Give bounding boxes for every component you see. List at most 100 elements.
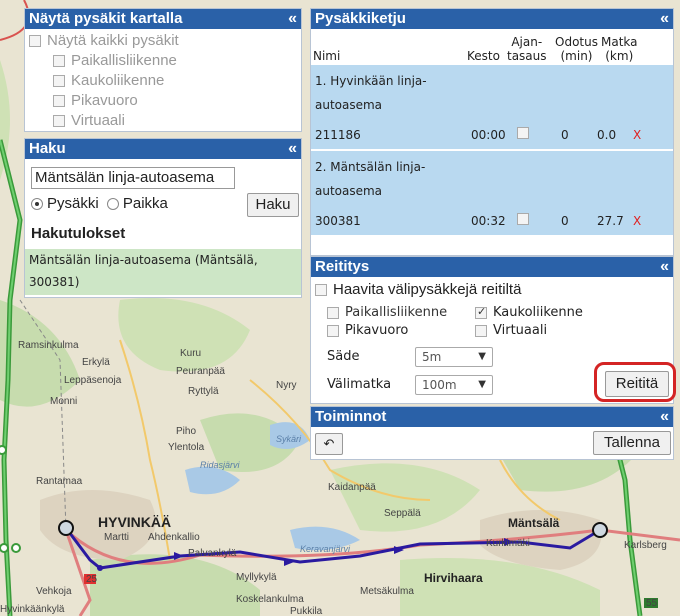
map-place-label: Seppälä: [384, 508, 421, 519]
search-input[interactable]: Mäntsälän linja-autoasema: [31, 167, 235, 189]
remove-stop-button[interactable]: X: [633, 125, 641, 145]
stop-row[interactable]: 1. Hyvinkään linja-autoasema 211186 00:0…: [311, 65, 673, 149]
search-result-item[interactable]: Mäntsälän linja-autoasema (Mäntsälä, 300…: [25, 249, 301, 295]
stop-chain-header: Pysäkkiketju «: [311, 9, 673, 29]
radius-value: 5m: [422, 350, 442, 364]
map-lake-label: Keravanjärvi: [300, 544, 351, 554]
interval-label: Välimatka: [327, 377, 392, 392]
stop-marker-start[interactable]: [58, 520, 74, 536]
map-place-label: Erkylä: [82, 357, 110, 368]
stop-name: 2. Mäntsälän linja-autoasema: [315, 160, 426, 198]
radio-place[interactable]: [106, 198, 119, 211]
interval-select[interactable]: 100m ▼: [415, 375, 493, 395]
col-duration: Kesto: [467, 49, 500, 63]
map-place-label: Rantamaa: [36, 476, 83, 487]
remove-stop-button[interactable]: X: [633, 211, 641, 231]
map-place-label: Vehkoja: [36, 586, 72, 597]
stop-chain-title: Pysäkkiketju: [315, 10, 406, 27]
undo-icon[interactable]: ↶: [315, 433, 343, 455]
filter-long-distance[interactable]: Kaukoliikenne: [25, 71, 301, 91]
route-long-distance-checkbox[interactable]: [475, 305, 487, 319]
search-button[interactable]: Haku: [247, 193, 299, 217]
map-place-label: Peuranpää: [176, 366, 225, 377]
save-button[interactable]: Tallenna: [593, 431, 671, 455]
map-place-label: Ylentola: [168, 442, 205, 453]
col-time-adjust: Ajan-tasaus: [507, 35, 547, 63]
routing-panel: Reititys « Haavita välipysäkkejä reitilt…: [310, 256, 674, 404]
map-place-label: Hirvihaara: [424, 571, 483, 585]
collapse-icon[interactable]: «: [288, 9, 297, 29]
radius-select[interactable]: 5m ▼: [415, 347, 493, 367]
stop-chain-panel: Pysäkkiketju « Nimi Kesto Ajan-tasaus Od…: [310, 8, 674, 256]
stop-duration: 00:00: [471, 128, 506, 142]
map-place-label: Palvankylä: [188, 548, 237, 559]
skip-intermediate-checkbox[interactable]: [315, 284, 327, 297]
filter-express[interactable]: Pikavuoro: [25, 91, 301, 111]
route-filter-express[interactable]: Pikavuoro: [327, 323, 408, 338]
map-place-label: Piho: [176, 426, 196, 437]
route-button[interactable]: Reititä: [605, 371, 669, 397]
skip-intermediate-option[interactable]: Haavita välipysäkkejä reitiltä: [315, 281, 521, 298]
filter-local[interactable]: Paikallisliikenne: [25, 51, 301, 71]
skip-intermediate-label: Haavita välipysäkkejä reitiltä: [333, 281, 522, 298]
map-place-label: Monni: [50, 396, 77, 407]
map-place-label: Ahdenkallio: [148, 532, 200, 543]
virtual-label: Virtuaali: [71, 112, 125, 129]
col-distance: Matka (km): [601, 35, 638, 63]
chevron-down-icon: ▼: [478, 351, 486, 362]
filter-virtual[interactable]: Virtuaali: [25, 111, 301, 131]
map-place-label: Leppäsenoja: [64, 375, 122, 386]
express-checkbox[interactable]: [53, 95, 65, 108]
stop-marker-end[interactable]: [592, 522, 608, 538]
map-place-label: Myllykylä: [236, 572, 277, 583]
search-result-line1: Mäntsälän linja-autoasema (Mäntsälä,: [29, 253, 258, 267]
map-lake-label: Ridasjärvi: [200, 460, 241, 470]
search-title: Haku: [29, 140, 66, 157]
actions-title: Toiminnot: [315, 408, 387, 425]
long-distance-label: Kaukoliikenne: [71, 72, 165, 89]
map-place-label: Karlsberg: [624, 540, 667, 551]
actions-header: Toiminnot «: [311, 407, 673, 427]
stop-row[interactable]: 2. Mäntsälän linja-autoasema 300381 00:3…: [311, 151, 673, 235]
route-filter-long-distance[interactable]: Kaukoliikenne: [475, 305, 583, 320]
express-label: Pikavuoro: [71, 92, 138, 109]
stop-duration: 00:32: [471, 214, 506, 228]
actions-panel: Toiminnot « ↶ Tallenna: [310, 406, 674, 460]
stop-name: 1. Hyvinkään linja-autoasema: [315, 74, 427, 112]
show-stops-title: Näytä pysäkit kartalla: [29, 10, 183, 27]
collapse-icon[interactable]: «: [288, 139, 297, 159]
show-all-checkbox[interactable]: [29, 35, 41, 48]
map-place-label: Mäntsälä: [508, 516, 560, 530]
radio-place-label: Paikka: [122, 195, 168, 212]
radio-stop[interactable]: [31, 198, 43, 211]
map-place-label: Kaidanpää: [328, 482, 376, 493]
route-filter-virtual[interactable]: Virtuaali: [475, 323, 547, 338]
route-virtual-checkbox[interactable]: [475, 324, 487, 337]
stop-distance: 0.0: [597, 128, 617, 142]
col-wait: Odotus (min): [555, 35, 598, 63]
time-adjust-checkbox[interactable]: [517, 213, 529, 225]
search-header: Haku «: [25, 139, 301, 159]
collapse-icon[interactable]: «: [660, 9, 669, 29]
virtual-checkbox[interactable]: [53, 115, 65, 128]
map-place-label: Nyry: [276, 380, 297, 391]
stop-code: 211186: [315, 128, 361, 142]
stop-wait: 0: [561, 128, 569, 142]
road-number-label: 55: [646, 598, 658, 609]
routing-title: Reititys: [315, 258, 370, 275]
search-panel: Haku « Mäntsälän linja-autoasema Pysäkki…: [24, 138, 302, 298]
show-all-stops-option[interactable]: Näytä kaikki pysäkit: [25, 31, 301, 51]
collapse-icon[interactable]: «: [660, 407, 669, 427]
show-stops-header: Näytä pysäkit kartalla «: [25, 9, 301, 29]
long-distance-checkbox[interactable]: [53, 75, 65, 88]
collapse-icon[interactable]: «: [660, 257, 669, 277]
map-lake-label: Sykäri: [276, 434, 302, 444]
show-stops-panel: Näytä pysäkit kartalla « Näytä kaikki py…: [24, 8, 302, 132]
stop-chain-table-header: Nimi Kesto Ajan-tasaus Odotus (min) Matka…: [311, 29, 673, 67]
route-local-checkbox[interactable]: [327, 306, 339, 319]
time-adjust-checkbox[interactable]: [517, 127, 529, 139]
map-place-label: Ryttylä: [188, 386, 219, 397]
route-express-checkbox[interactable]: [327, 324, 339, 337]
local-checkbox[interactable]: [53, 55, 65, 68]
route-filter-local[interactable]: Paikallisliikenne: [327, 305, 447, 320]
